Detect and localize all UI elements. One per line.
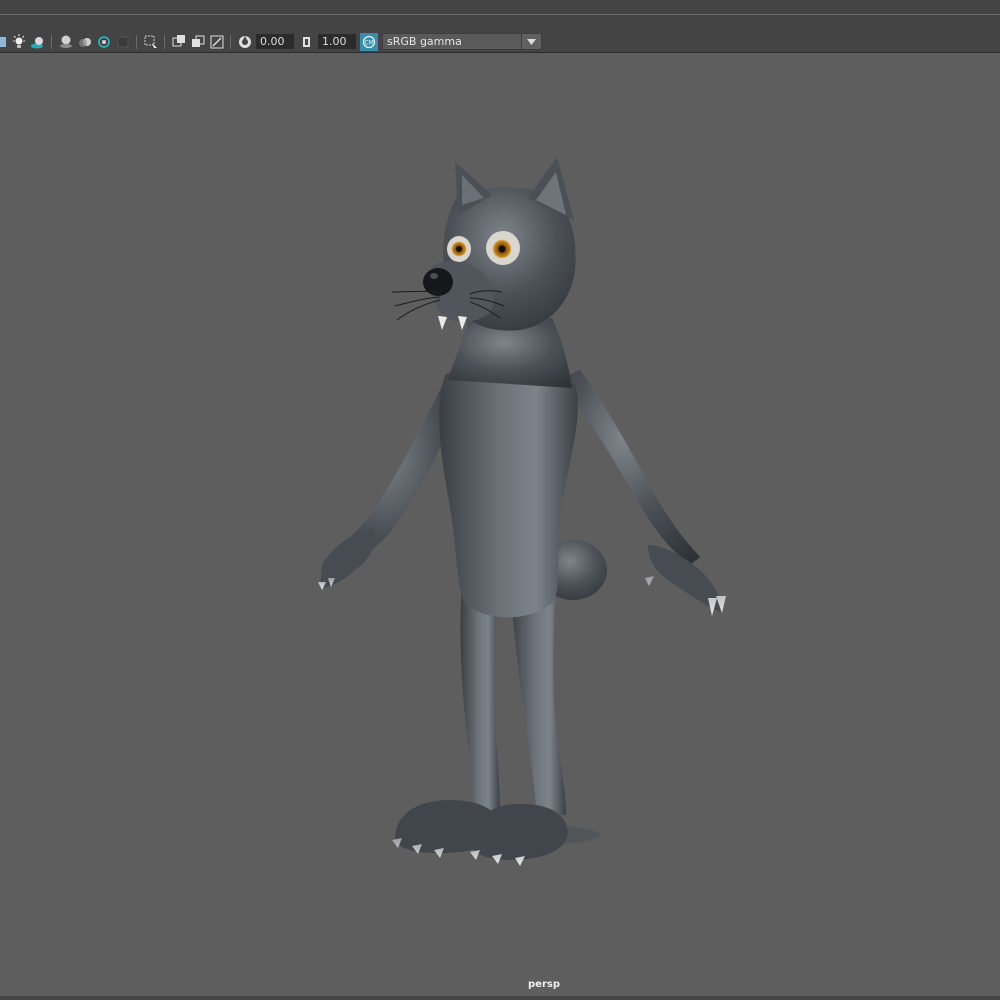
toolbar-separator [230, 34, 231, 49]
divider [0, 14, 1000, 15]
toolbar-separator [51, 34, 52, 49]
color-management-icon[interactable]: CM [360, 32, 378, 51]
3d-viewport[interactable] [0, 53, 1000, 996]
gamma-icon[interactable] [298, 33, 315, 50]
depth-of-field-icon[interactable] [114, 33, 131, 50]
exposure-icon[interactable] [236, 33, 253, 50]
exposure-field[interactable]: 0.00 [256, 34, 294, 49]
gamma-value: 1.00 [322, 35, 347, 48]
xray-icon[interactable] [170, 33, 187, 50]
color-space-label: sRGB gamma [387, 35, 462, 48]
toolbar-separator [136, 34, 137, 49]
isolate-select-icon[interactable] [142, 33, 159, 50]
camera-label: persp [528, 979, 560, 990]
ambient-occlusion-icon[interactable] [57, 33, 74, 50]
exposure-value: 0.00 [260, 35, 285, 48]
shadows-icon[interactable] [29, 33, 46, 50]
toolbar-separator [164, 34, 165, 49]
gamma-field[interactable]: 1.00 [318, 34, 356, 49]
xray-joints-icon[interactable] [208, 33, 225, 50]
antialias-icon[interactable] [95, 33, 112, 50]
viewport-toolbar: 0.00 1.00 CM sRGB gamma [0, 31, 1000, 53]
bottom-strip [0, 996, 1000, 1000]
motion-blur-icon[interactable] [76, 33, 93, 50]
wolf-model [318, 157, 726, 866]
lights-icon[interactable] [0, 33, 8, 50]
default-light-icon[interactable] [10, 33, 27, 50]
dropdown-arrow-icon[interactable] [521, 34, 541, 49]
xray-active-icon[interactable] [189, 33, 206, 50]
menu-band [0, 0, 1000, 32]
svg-text:CM: CM [364, 39, 373, 46]
color-space-dropdown[interactable]: sRGB gamma [382, 33, 542, 50]
